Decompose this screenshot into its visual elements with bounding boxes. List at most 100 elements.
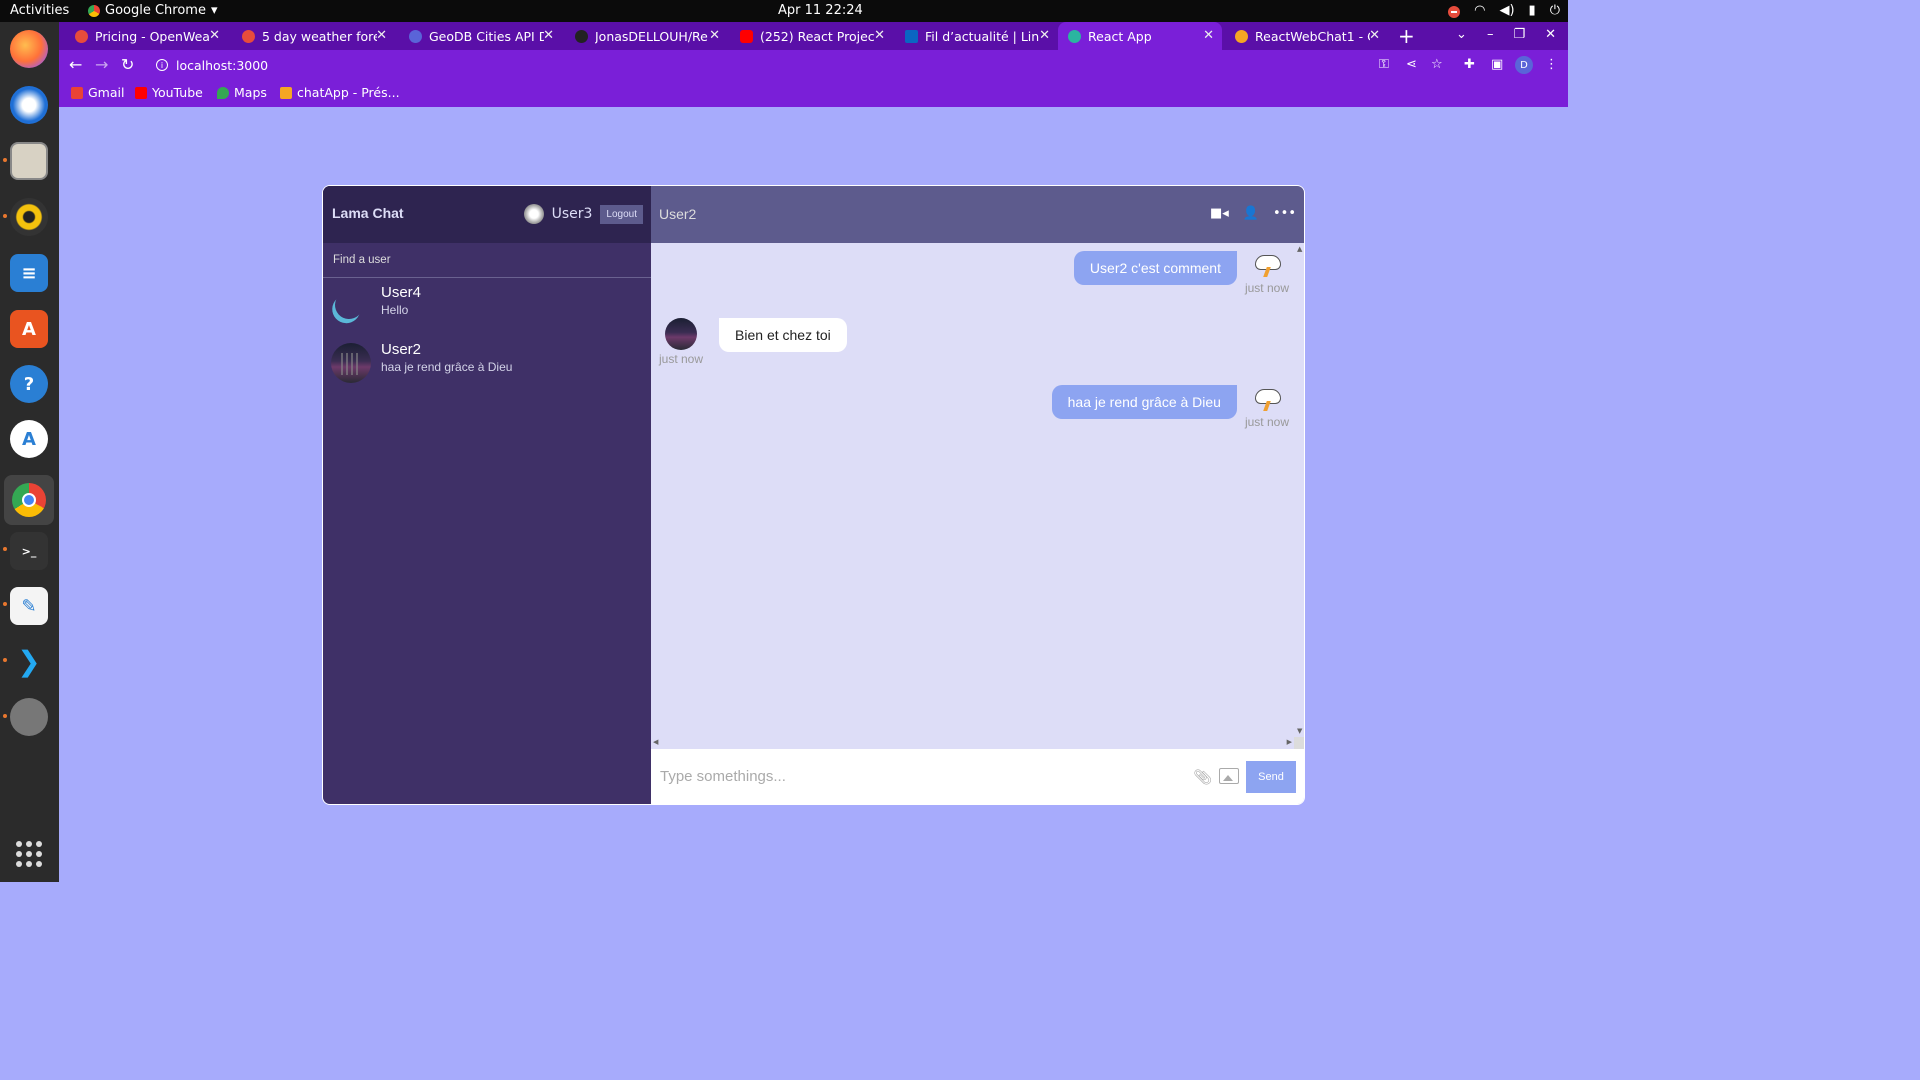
scroll-down-icon[interactable]: ▼ — [1297, 727, 1302, 735]
tab-title: 5 day weather foreca — [262, 28, 377, 44]
chat-list-item-user2[interactable]: User2 haa je rend grâce à Dieu — [323, 335, 651, 392]
firebase-icon — [280, 86, 292, 99]
share-icon[interactable]: ⋖ — [1406, 57, 1417, 72]
tab[interactable]: Pricing - OpenWeath ✕ — [65, 22, 228, 50]
menu-icon[interactable]: ⋮ — [1545, 57, 1558, 72]
video-camera-icon[interactable]: ■◂ — [1210, 206, 1229, 221]
chat-user-name: User2 — [381, 341, 422, 358]
message-time: just now — [1244, 281, 1289, 295]
app-center-icon[interactable]: A — [10, 310, 48, 348]
logout-button[interactable]: Logout — [600, 204, 643, 224]
tab[interactable]: (252) React Project T ✕ — [730, 22, 893, 50]
maximize-icon[interactable]: ❐ — [1513, 27, 1525, 42]
chat-header: User2 ■◂ 👤 ••• — [651, 186, 1304, 243]
image-upload-icon[interactable] — [1219, 768, 1239, 784]
profile-avatar[interactable]: D — [1515, 56, 1533, 74]
help-icon[interactable]: ? — [10, 365, 48, 403]
running-indicator — [3, 658, 7, 662]
tab-title: React App — [1088, 28, 1152, 44]
disk-icon[interactable] — [10, 698, 48, 736]
bookmark-label: chatApp - Prés... — [297, 85, 400, 100]
tab-title: Fil d’actualité | Linke — [925, 28, 1040, 44]
thunderbird-icon[interactable] — [10, 86, 48, 124]
close-icon[interactable]: ✕ — [1369, 28, 1380, 43]
close-icon[interactable]: ✕ — [376, 28, 387, 43]
tab-title: GeoDB Cities API Do — [429, 28, 544, 44]
side-panel-icon[interactable]: ▣ — [1491, 57, 1503, 72]
message-bubble: haa je rend grâce à Dieu — [1051, 385, 1237, 419]
close-icon[interactable]: ✕ — [209, 28, 220, 43]
tab-active[interactable]: React App ✕ — [1058, 22, 1222, 50]
openweather-favicon-icon — [75, 29, 88, 43]
clock[interactable]: Apr 11 22:24 — [778, 3, 863, 18]
chat-actions: ■◂ 👤 ••• — [1210, 206, 1296, 221]
current-user-name: User3 — [551, 206, 593, 222]
message-other: just now Bien et chez toi — [659, 318, 847, 366]
system-tray[interactable]: ◠ ◀) ▮ ⏻ — [1448, 3, 1560, 18]
close-icon[interactable]: ✕ — [1203, 28, 1214, 43]
bookmark-maps[interactable]: Maps — [217, 85, 267, 100]
text-editor-icon[interactable]: ✎ — [10, 587, 48, 625]
close-icon[interactable]: ✕ — [543, 28, 554, 43]
app-menu[interactable]: Google Chrome ▾ — [88, 3, 218, 18]
close-icon[interactable]: ✕ — [874, 28, 885, 43]
horizontal-scrollbar[interactable]: ◀ ▶ — [651, 737, 1294, 749]
key-icon[interactable]: ⚿ — [1379, 57, 1389, 72]
bookmarks-bar: Gmail YouTube Maps chatApp - Prés... — [59, 80, 1568, 107]
gmail-icon — [71, 86, 83, 99]
forward-icon[interactable]: → — [95, 55, 108, 74]
message-meta: just now — [1245, 251, 1289, 295]
bookmark-label: Maps — [234, 85, 267, 100]
google-chrome-icon[interactable] — [4, 475, 54, 525]
vscode-icon[interactable]: ❯ — [10, 642, 48, 680]
running-indicator — [3, 547, 7, 551]
editor-icon[interactable]: A — [10, 420, 48, 458]
tab[interactable]: 5 day weather foreca ✕ — [232, 22, 395, 50]
message-owner: User2 c'est comment just now — [1073, 251, 1289, 295]
site-info-icon[interactable]: i — [156, 59, 168, 71]
back-icon[interactable]: ← — [69, 55, 82, 74]
search-input[interactable] — [333, 254, 633, 266]
terminal-icon[interactable]: >_ — [10, 532, 48, 570]
address-bar[interactable]: i localhost:3000 — [148, 53, 1398, 77]
power-icon: ⏻ — [1549, 3, 1560, 18]
reload-icon[interactable]: ↻ — [121, 55, 134, 74]
tab[interactable]: JonasDELLOUH/Re ✕ — [565, 22, 728, 50]
extensions-icon[interactable]: ✚ — [1464, 57, 1475, 72]
close-icon[interactable]: ✕ — [1039, 28, 1050, 43]
bookmark-label: YouTube — [152, 85, 203, 100]
scroll-right-icon[interactable]: ▶ — [1287, 738, 1292, 746]
tab[interactable]: GeoDB Cities API Do ✕ — [399, 22, 562, 50]
minimize-icon[interactable]: – — [1487, 27, 1494, 42]
activities-button[interactable]: Activities — [10, 3, 69, 18]
star-icon[interactable]: ☆ — [1431, 57, 1443, 72]
vertical-scrollbar[interactable]: ▲ ▼ — [1294, 243, 1304, 737]
running-indicator — [3, 602, 7, 606]
add-user-icon[interactable]: 👤 — [1243, 206, 1259, 221]
chevron-down-icon: ▾ — [210, 3, 218, 18]
close-window-icon[interactable]: ✕ — [1545, 27, 1556, 42]
message-input[interactable] — [660, 768, 1180, 785]
tab[interactable]: Fil d’actualité | Linke ✕ — [895, 22, 1058, 50]
scroll-up-icon[interactable]: ▲ — [1297, 245, 1302, 253]
openweather-favicon-icon — [242, 29, 255, 43]
show-apps-icon[interactable] — [16, 841, 42, 867]
new-tab-button[interactable]: + — [1398, 24, 1415, 48]
tab-search-icon[interactable]: ⌄ — [1456, 27, 1467, 42]
bookmark-chatapp[interactable]: chatApp - Prés... — [280, 85, 400, 100]
chat-list-item-user4[interactable]: User4 Hello — [323, 278, 651, 335]
writer-icon[interactable]: ≡ — [10, 254, 48, 292]
paperclip-icon[interactable]: 📎︎ — [1193, 768, 1212, 786]
tab[interactable]: ReactWebChat1 - Cl ✕ — [1225, 22, 1388, 50]
files-icon[interactable] — [10, 142, 48, 180]
send-button[interactable]: Send — [1246, 761, 1296, 793]
firefox-icon[interactable] — [10, 30, 48, 68]
message-time: just now — [1244, 415, 1289, 429]
user-search — [323, 243, 651, 278]
close-icon[interactable]: ✕ — [709, 28, 720, 43]
rhythmbox-icon[interactable] — [10, 198, 48, 236]
bookmark-youtube[interactable]: YouTube — [135, 85, 203, 100]
bookmark-gmail[interactable]: Gmail — [71, 85, 124, 100]
more-icon[interactable]: ••• — [1273, 206, 1296, 221]
scroll-left-icon[interactable]: ◀ — [653, 738, 658, 746]
